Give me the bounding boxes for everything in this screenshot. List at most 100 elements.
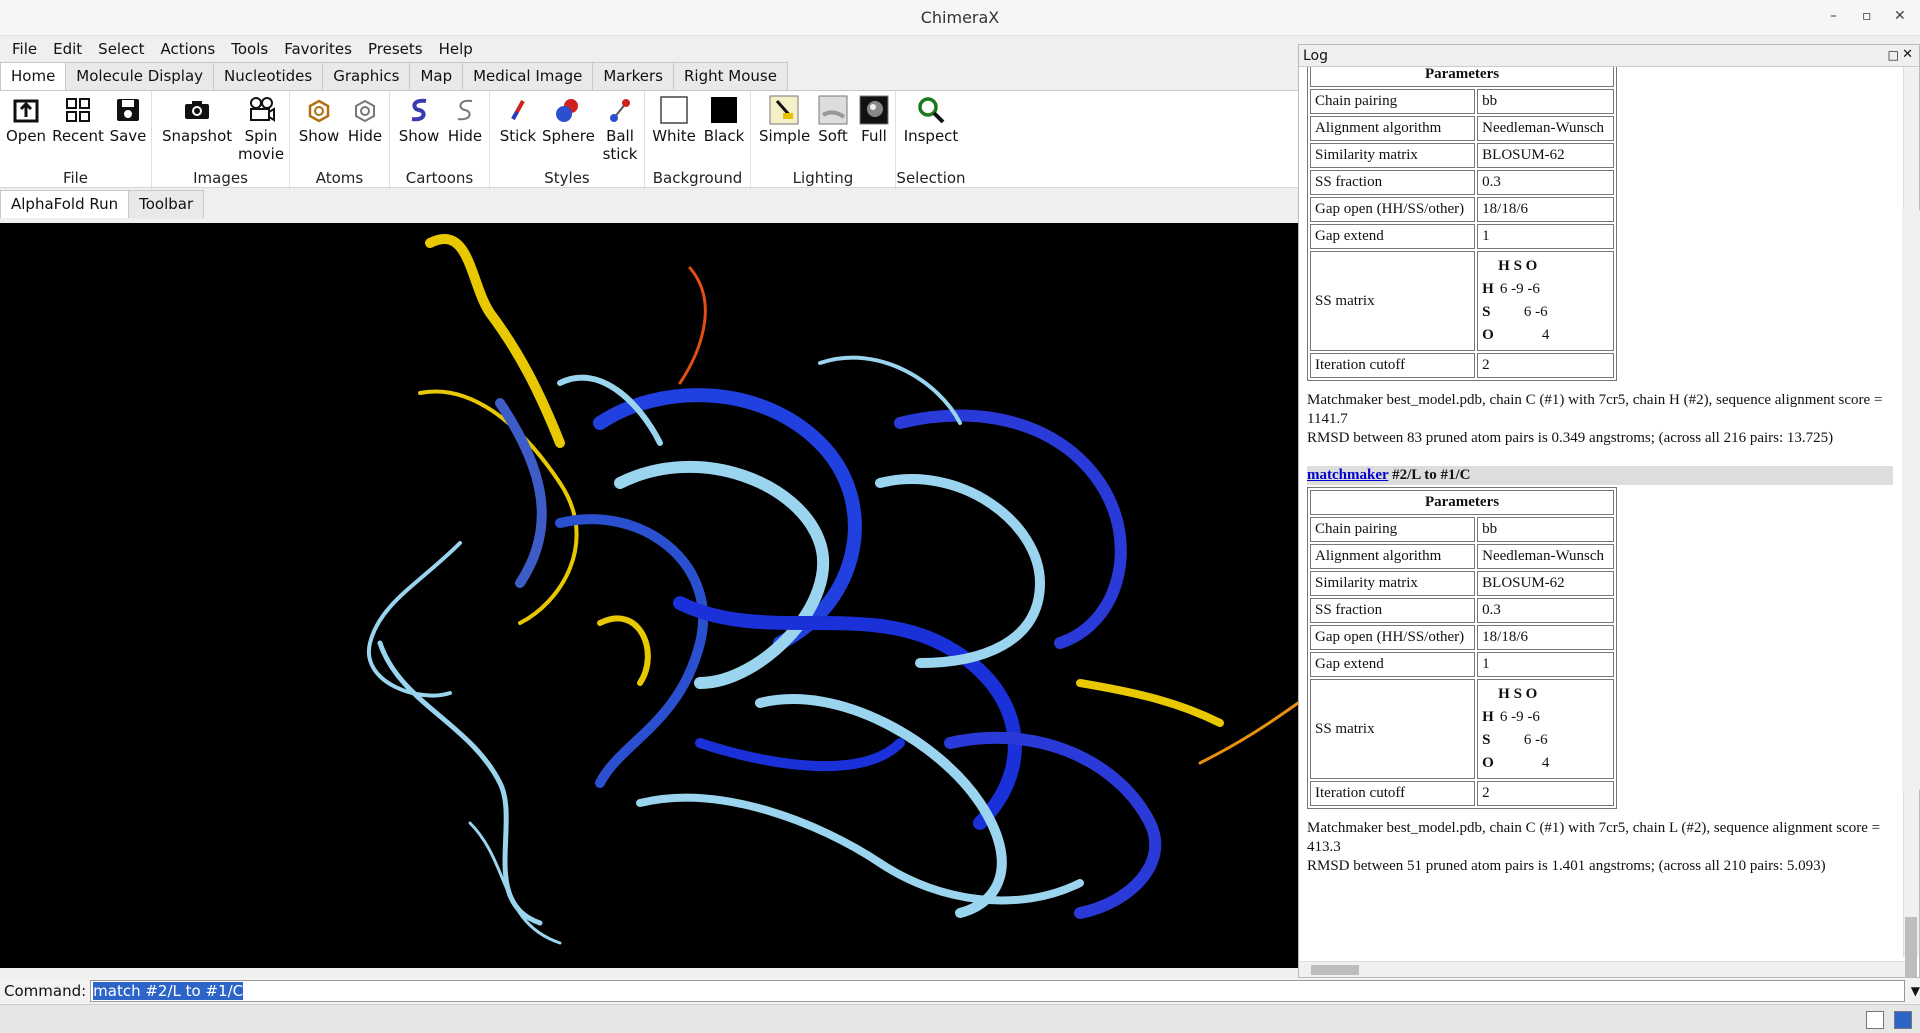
background-white-button[interactable]: White	[651, 95, 697, 145]
toolbar-tabs: Home Molecule Display Nucleotides Graphi…	[0, 62, 788, 90]
menu-edit[interactable]: Edit	[53, 40, 82, 58]
atoms-hide-label: Hide	[347, 127, 383, 145]
menu-file[interactable]: File	[12, 40, 37, 58]
tab-graphics[interactable]: Graphics	[322, 62, 411, 90]
group-label-images: Images	[193, 169, 248, 187]
save-button[interactable]: Save	[108, 95, 148, 145]
sphere-button[interactable]: Sphere	[542, 95, 595, 145]
lighting-full-button[interactable]: Full	[855, 95, 893, 145]
menu-actions[interactable]: Actions	[160, 40, 215, 58]
tab-markers[interactable]: Markers	[592, 62, 674, 90]
tool-tabs: AlphaFold Run Toolbar	[0, 190, 205, 218]
tab-alphafold-run[interactable]: AlphaFold Run	[0, 190, 130, 218]
ball-stick-icon	[610, 99, 630, 122]
close-log-icon[interactable]: ✕	[1902, 47, 1913, 62]
group-label-lighting: Lighting	[792, 169, 854, 187]
window-title: ChimeraX	[920, 8, 1000, 27]
param-label: Gap extend	[1310, 224, 1476, 249]
cartoon-show-icon	[411, 98, 427, 122]
lighting-simple-button[interactable]: Simple	[759, 95, 810, 145]
recent-label: Recent	[52, 127, 104, 145]
white-swatch-icon	[660, 96, 688, 124]
scroll-thumb[interactable]	[1905, 917, 1917, 977]
ss-row-label: S	[1482, 304, 1491, 320]
sphere-label: Sphere	[542, 127, 595, 145]
ball-stick-button[interactable]: Ball stick	[598, 95, 642, 163]
menu-favorites[interactable]: Favorites	[284, 40, 352, 58]
selection-inspector-icon[interactable]	[1866, 1011, 1884, 1029]
close-icon[interactable]: ✕	[1894, 8, 1906, 24]
group-label-background: Background	[652, 169, 743, 187]
tab-molecule-display[interactable]: Molecule Display	[65, 62, 215, 90]
magnifier-icon	[918, 97, 945, 124]
group-file: Open Recent Save File	[0, 91, 152, 189]
tab-right-mouse[interactable]: Right Mouse	[673, 62, 788, 90]
tab-map[interactable]: Map	[409, 62, 464, 90]
menu-select[interactable]: Select	[98, 40, 144, 58]
spin-movie-button[interactable]: Spin movie	[238, 95, 284, 163]
black-swatch-icon	[711, 97, 737, 123]
background-white-label: White	[652, 127, 696, 145]
maximize-icon[interactable]: ▫	[1862, 8, 1872, 24]
ss-row-values: 6 -9 -6	[1499, 709, 1540, 725]
param-value: BLOSUM-62	[1477, 571, 1614, 596]
open-button[interactable]: Open	[6, 95, 46, 145]
home-ribbon: Open Recent Save File Snapshot Spin movi…	[0, 90, 1300, 189]
menu-help[interactable]: Help	[439, 40, 473, 58]
rmsd-text: RMSD between 83 pruned atom pairs is 0.3…	[1307, 430, 1834, 446]
background-black-button[interactable]: Black	[701, 95, 747, 145]
atoms-show-button[interactable]: Show	[298, 95, 340, 145]
log-command-line: matchmaker #2/L to #1/C	[1307, 466, 1893, 485]
minimize-icon[interactable]: –	[1830, 8, 1837, 24]
snapshot-button[interactable]: Snapshot	[162, 95, 232, 145]
group-images: Snapshot Spin movie Images	[152, 91, 290, 189]
param-label: SS fraction	[1310, 170, 1476, 195]
ss-row-values: 6 -6	[1523, 304, 1548, 320]
tab-home[interactable]: Home	[0, 62, 67, 90]
command-bar: Command: match #2/L to #1/C ▼	[0, 978, 1920, 1004]
ss-matrix-header: H S O	[1498, 686, 1538, 702]
lighting-soft-button[interactable]: Soft	[813, 95, 853, 145]
side-dock-edge	[1902, 210, 1920, 790]
command-history-chevron-icon[interactable]: ▼	[1911, 984, 1920, 998]
undock-icon[interactable]: □	[1888, 48, 1899, 62]
recent-icon	[66, 98, 90, 122]
ss-matrix-header: H S O	[1498, 258, 1538, 274]
param-value: 1	[1477, 652, 1614, 677]
ss-row-values: 4	[1541, 327, 1550, 343]
param-value: 0.3	[1477, 598, 1614, 623]
log-title: Log	[1303, 48, 1329, 64]
param-value: bb	[1477, 517, 1614, 542]
menu-tools[interactable]: Tools	[231, 40, 268, 58]
cartoons-hide-button[interactable]: Hide	[444, 95, 486, 145]
parameters-header: Parameters	[1310, 490, 1614, 515]
tab-medical-image[interactable]: Medical Image	[462, 62, 594, 90]
save-icon	[117, 99, 139, 121]
cartoons-show-button[interactable]: Show	[398, 95, 440, 145]
menu-presets[interactable]: Presets	[368, 40, 423, 58]
ss-row-values: 6 -6	[1523, 732, 1548, 748]
quick-action-icon[interactable]	[1894, 1011, 1912, 1029]
lighting-soft-label: Soft	[818, 127, 848, 145]
log-horizontal-scrollbar[interactable]	[1299, 961, 1905, 977]
window-titlebar: ChimeraX – ▫ ✕	[0, 0, 1920, 36]
scroll-thumb[interactable]	[1311, 965, 1359, 975]
graphics-viewer[interactable]	[0, 223, 1298, 968]
atoms-hide-button[interactable]: Hide	[344, 95, 386, 145]
stick-button[interactable]: Stick	[496, 95, 540, 145]
tab-toolbar[interactable]: Toolbar	[128, 190, 205, 218]
log-header: Log □ ✕	[1299, 45, 1919, 67]
param-value: 18/18/6	[1477, 625, 1614, 650]
log-message: Matchmaker best_model.pdb, chain C (#1) …	[1307, 391, 1893, 448]
tab-nucleotides[interactable]: Nucleotides	[213, 62, 324, 90]
param-label: SS matrix	[1310, 251, 1476, 351]
recent-button[interactable]: Recent	[52, 95, 104, 145]
command-input[interactable]: match #2/L to #1/C	[90, 980, 1905, 1002]
ss-row-label: H	[1482, 709, 1494, 725]
group-label-cartoons: Cartoons	[405, 169, 474, 187]
atoms-show-icon	[308, 99, 330, 123]
param-label: Alignment algorithm	[1310, 544, 1476, 569]
param-value: Needleman-Wunsch	[1477, 544, 1614, 569]
matchmaker-link[interactable]: matchmaker	[1307, 467, 1388, 483]
inspect-button[interactable]: Inspect	[900, 95, 962, 145]
